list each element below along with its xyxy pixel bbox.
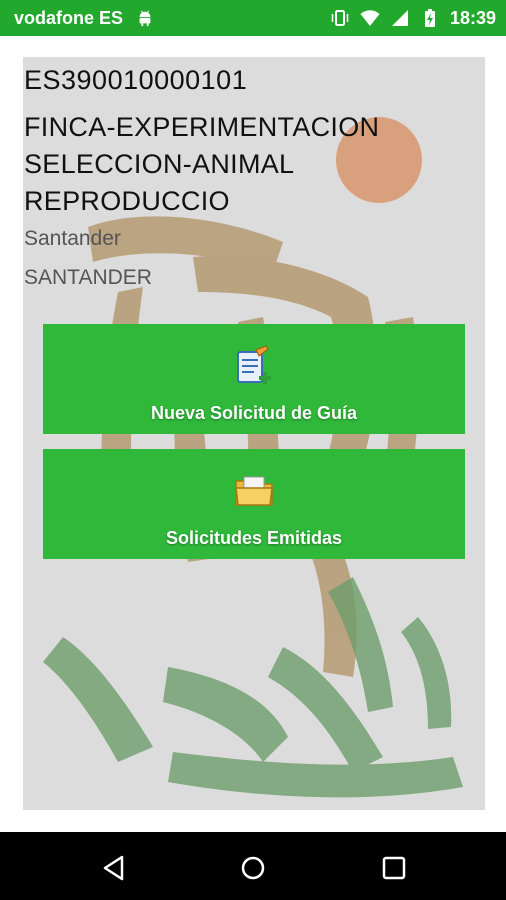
wifi-icon	[360, 10, 380, 26]
issued-requests-button[interactable]: Solicitudes Emitidas	[43, 449, 465, 559]
android-icon	[139, 10, 151, 27]
signal-icon	[391, 10, 408, 26]
farm-name: FINCA-EXPERIMENTACION SELECCION-ANIMAL R…	[24, 112, 380, 216]
navigation-bar	[0, 832, 506, 900]
home-icon[interactable]	[239, 854, 267, 882]
farm-city: Santander	[24, 227, 121, 250]
new-document-icon	[237, 345, 271, 384]
vibrate-icon	[331, 10, 349, 26]
battery-charging-icon	[424, 9, 435, 27]
new-guide-request-button[interactable]: Nueva Solicitud de Guía	[43, 324, 465, 434]
carrier-name: vodafone ES	[14, 8, 124, 28]
farm-card: ES390010000101 FINCA-EXPERIMENTACION SEL…	[23, 57, 485, 810]
farm-code: ES390010000101	[24, 65, 248, 95]
recents-icon[interactable]	[380, 854, 408, 882]
status-bar: vodafone ES 18:39	[0, 0, 506, 36]
farm-province: SANTANDER	[24, 266, 152, 289]
new-guide-request-label: Nueva Solicitud de Guía	[150, 403, 358, 423]
clock: 18:39	[449, 7, 496, 28]
back-icon[interactable]	[100, 854, 128, 882]
issued-requests-label: Solicitudes Emitidas	[165, 528, 343, 548]
folder-icon	[235, 476, 273, 506]
